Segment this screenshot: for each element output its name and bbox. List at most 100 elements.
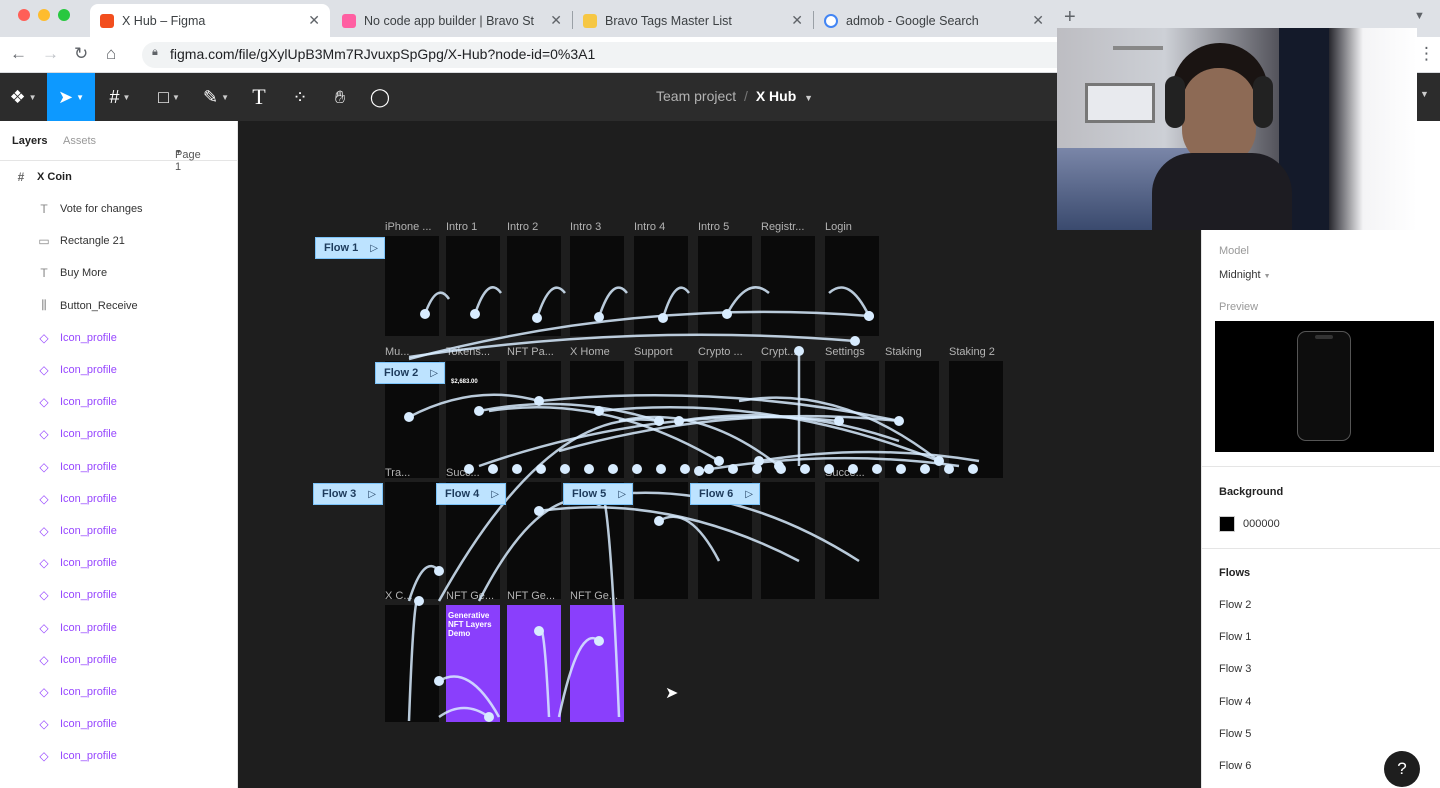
connector-node[interactable] (896, 464, 906, 474)
connector-node[interactable] (968, 464, 978, 474)
connector-node[interactable] (594, 636, 604, 646)
connector-node[interactable] (714, 456, 724, 466)
forward-icon[interactable]: → (42, 44, 59, 64)
connector-node[interactable] (728, 464, 738, 474)
connector-node[interactable] (532, 313, 542, 323)
background-color-swatch[interactable] (1219, 516, 1235, 532)
flow-start-badge[interactable]: Flow 4 ▷ (436, 483, 506, 505)
connector-node[interactable] (434, 676, 444, 686)
move-tool-button[interactable]: ➤ ▼ (47, 73, 95, 121)
resources-tool-button[interactable]: ⁘ (282, 73, 318, 121)
layer-item[interactable]: ◇ Icon_profile (0, 483, 237, 515)
connector-node[interactable] (794, 346, 804, 356)
connector-line[interactable] (597, 488, 621, 718)
connector-node[interactable] (414, 596, 424, 606)
layer-item[interactable]: ▭ Rectangle 21 (0, 225, 237, 257)
connector-line[interactable] (535, 286, 566, 319)
connector-node[interactable] (920, 464, 930, 474)
layer-item[interactable]: ◇ Icon_profile (0, 676, 237, 708)
tab-bravo-tags[interactable]: Bravo Tags Master List ✕ (573, 4, 813, 37)
connector-line[interactable] (828, 286, 871, 317)
flow-list-item[interactable]: Flow 3 (1219, 663, 1251, 675)
connector-line[interactable] (473, 286, 503, 315)
connector-line[interactable] (478, 415, 840, 468)
tab-x-hub-figma[interactable]: X Hub – Figma ✕ (90, 4, 330, 37)
flow-start-badge[interactable]: Flow 3 ▷ (313, 483, 383, 505)
connector-node[interactable] (608, 464, 618, 474)
connector-line[interactable] (408, 333, 856, 359)
connector-line[interactable] (537, 627, 551, 718)
flow-list-item[interactable]: Flow 5 (1219, 728, 1251, 740)
connector-line[interactable] (407, 597, 421, 722)
connector-node[interactable] (536, 464, 546, 474)
close-tab-icon[interactable]: ✕ (1032, 12, 1044, 29)
connector-node[interactable] (434, 566, 444, 576)
connector-node[interactable] (632, 464, 642, 474)
connector-node[interactable] (404, 412, 414, 422)
team-name[interactable]: Team project (656, 88, 736, 104)
connector-node[interactable] (420, 309, 430, 319)
layer-item[interactable]: ◇ Icon_profile (0, 322, 237, 354)
tab-search-chevron-icon[interactable]: ▼ (1414, 10, 1425, 22)
connector-node[interactable] (680, 464, 690, 474)
connector-node[interactable] (674, 416, 684, 426)
flow-list-item[interactable]: Flow 6 (1219, 760, 1251, 772)
model-select[interactable]: Midnight ▼ (1219, 269, 1271, 281)
connector-node[interactable] (534, 506, 544, 516)
connector-node[interactable] (864, 311, 874, 321)
background-hex-input[interactable]: 000000 (1243, 518, 1280, 530)
browser-menu-icon[interactable]: ⋮ (1418, 44, 1435, 64)
layer-item[interactable]: T Vote for changes (0, 193, 237, 225)
connector-line[interactable] (538, 506, 800, 563)
connector-node[interactable] (484, 712, 494, 722)
close-window-button[interactable] (18, 9, 30, 21)
layer-item[interactable]: ◇ Icon_profile (0, 644, 237, 676)
layer-item[interactable]: T Buy More (0, 257, 237, 289)
flow-start-badge[interactable]: Flow 1 ▷ (315, 237, 385, 259)
tab-layers[interactable]: Layers (12, 135, 47, 147)
flow-start-badge[interactable]: Flow 2 ▷ (375, 362, 445, 384)
connector-node[interactable] (722, 309, 732, 319)
tab-bravo-studio[interactable]: No code app builder | Bravo St ✕ (332, 4, 572, 37)
connector-node[interactable] (704, 464, 714, 474)
layer-item[interactable]: ◇ Icon_profile (0, 386, 237, 418)
connector-node[interactable] (656, 464, 666, 474)
connector-node[interactable] (944, 464, 954, 474)
connector-node[interactable] (464, 464, 474, 474)
chevron-down-icon[interactable]: ▼ (804, 93, 813, 103)
tab-assets[interactable]: Assets (63, 135, 96, 147)
connector-node[interactable] (488, 464, 498, 474)
main-menu-button[interactable]: ❖ ▼ (0, 73, 46, 121)
close-tab-icon[interactable]: ✕ (308, 12, 320, 29)
connector-node[interactable] (850, 336, 860, 346)
connector-node[interactable] (654, 516, 664, 526)
connector-line[interactable] (438, 706, 490, 719)
layer-item[interactable]: ◇ Icon_profile (0, 515, 237, 547)
hand-tool-button[interactable]: ✋︎ (322, 73, 358, 121)
minimize-window-button[interactable] (38, 9, 50, 21)
connector-line[interactable] (725, 286, 770, 315)
zoom-window-button[interactable] (58, 9, 70, 21)
shape-tool-button[interactable]: □ ▼ (146, 73, 192, 121)
layer-item[interactable]: ◇ Icon_profile (0, 612, 237, 644)
home-icon[interactable]: ⌂ (106, 44, 116, 64)
connector-node[interactable] (848, 464, 858, 474)
connector-node[interactable] (894, 416, 904, 426)
connector-line[interactable] (597, 286, 628, 318)
layer-item[interactable]: ⫼ Button_Receive (0, 290, 237, 322)
tab-admob-search[interactable]: admob - Google Search ✕ (814, 4, 1054, 37)
connector-node[interactable] (752, 464, 762, 474)
new-tab-icon[interactable]: + (1064, 6, 1076, 29)
connector-node[interactable] (584, 464, 594, 474)
connector-node[interactable] (776, 464, 786, 474)
connector-node[interactable] (534, 396, 544, 406)
layer-item[interactable]: ◇ Icon_profile (0, 451, 237, 483)
connector-node[interactable] (824, 464, 834, 474)
flow-list-item[interactable]: Flow 1 (1219, 631, 1251, 643)
layer-item[interactable]: ◇ Icon_profile (0, 418, 237, 450)
layer-item[interactable]: ◇ Icon_profile (0, 708, 237, 740)
connector-node[interactable] (872, 464, 882, 474)
zoom-chevron-icon[interactable]: ▼ (1420, 89, 1429, 99)
file-name[interactable]: X Hub (756, 88, 796, 104)
layer-item[interactable]: ◇ Icon_profile (0, 354, 237, 386)
